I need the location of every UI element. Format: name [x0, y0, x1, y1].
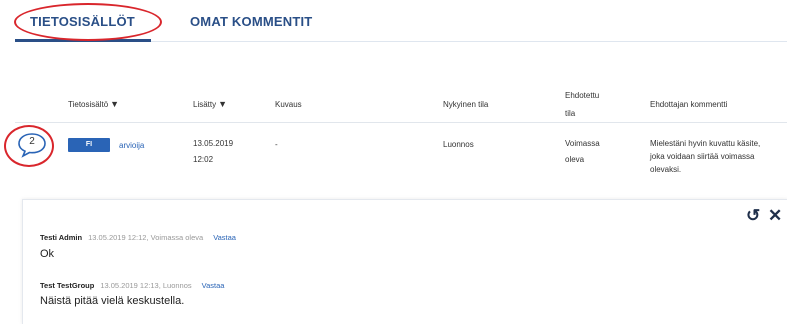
reply-link[interactable]: Vastaa	[213, 233, 236, 242]
column-header-label: Tietosisältö	[68, 100, 109, 109]
column-header-label: Ehdotettu	[565, 91, 600, 100]
proposed-state-cell: Voimassa oleva	[565, 137, 600, 166]
column-header-tietosisalto[interactable]: Tietosisältö ▼	[68, 98, 119, 111]
tab-omat-kommentit[interactable]: OMAT KOMMENTIT	[190, 14, 312, 29]
date-text: 13.05.2019	[193, 139, 234, 148]
column-header-label: Lisätty	[193, 100, 217, 109]
comment-author: Test TestGroup	[40, 281, 95, 290]
comment-text: Näistä pitää vielä keskustella.	[40, 295, 185, 307]
column-header-nykyinen-tila: Nykyinen tila	[443, 100, 489, 109]
proposed-state-line: Voimassa	[565, 139, 600, 148]
column-header-ehdotettu-tila: Ehdotettu tila	[565, 89, 599, 120]
tab-bar-divider	[151, 41, 787, 42]
header-divider	[15, 122, 787, 123]
description-cell: -	[275, 140, 278, 149]
close-icon[interactable]: ✕	[768, 206, 782, 226]
comment-meta: 13.05.2019 12:12, Voimassa oleva	[88, 233, 204, 242]
proposer-comment-line: Mielestäni hyvin kuvattu käsite,	[650, 139, 761, 148]
language-badge: FI	[68, 138, 110, 152]
proposer-comment-cell: Mielestäni hyvin kuvattu käsite, joka vo…	[650, 137, 760, 176]
undo-icon[interactable]: ↺	[746, 206, 760, 226]
sort-arrow-icon[interactable]: ▼	[218, 99, 227, 109]
current-state-cell: Luonnos	[443, 140, 474, 149]
highlight-oval-comment-count	[4, 125, 54, 167]
reply-link[interactable]: Vastaa	[202, 281, 225, 290]
column-header-lisatty[interactable]: Lisätty ▼	[193, 98, 227, 111]
term-link[interactable]: arvioija	[119, 139, 144, 152]
comment-header: Testi Admin 13.05.2019 12:12, Voimassa ol…	[40, 233, 236, 242]
proposer-comment-line: joka voidaan siirtää voimassa	[650, 152, 755, 161]
column-header-label: tila	[565, 109, 576, 118]
added-date: 13.05.2019 12:02	[193, 137, 233, 166]
column-header-ehdottajan-kommentti: Ehdottajan kommentti	[650, 100, 728, 109]
proposer-comment-line: olevaksi.	[650, 165, 682, 174]
column-header-kuvaus: Kuvaus	[275, 100, 302, 109]
comment-header: Test TestGroup 13.05.2019 12:13, Luonnos V…	[40, 281, 224, 290]
comment-author: Testi Admin	[40, 233, 83, 242]
comment-meta: 13.05.2019 12:13, Luonnos	[100, 281, 192, 290]
comment-text: Ok	[40, 248, 55, 260]
proposed-state-line: oleva	[565, 155, 585, 164]
highlight-oval-tab	[14, 3, 162, 41]
sort-arrow-icon[interactable]: ▼	[110, 99, 119, 109]
time-text: 12:02	[193, 155, 214, 164]
